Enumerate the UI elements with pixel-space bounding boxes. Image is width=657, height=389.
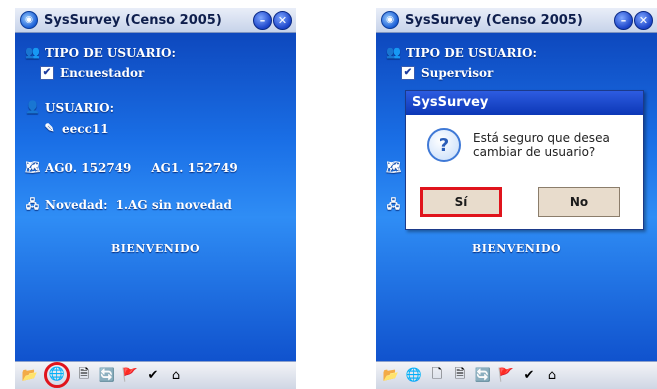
users-icon: 👥 xyxy=(386,45,401,59)
home-icon[interactable]: ⌂ xyxy=(167,367,185,385)
minimize-button[interactable]: – xyxy=(614,11,633,30)
checkbox-icon[interactable]: ✔ xyxy=(40,66,54,80)
change-user-icon[interactable]: 🌐 xyxy=(405,367,423,385)
document-icon[interactable]: 🗎 xyxy=(451,367,469,385)
app-icon: ◉ xyxy=(20,11,38,29)
home-icon[interactable]: ⌂ xyxy=(543,367,561,385)
novedad-icon: 🖧 xyxy=(386,197,401,211)
welcome-text: BIENVENIDO xyxy=(110,242,201,255)
yes-button[interactable]: Sí xyxy=(420,187,502,217)
welcome-text: BIENVENIDO xyxy=(471,242,562,255)
dialog-body: ? Está seguro que desea cambiar de usuar… xyxy=(406,115,643,175)
change-user-icon[interactable]: 🌐 xyxy=(44,361,70,388)
folder-icon[interactable]: 📂 xyxy=(382,367,400,385)
map-icon: 🗺 xyxy=(25,160,41,174)
user-value: eecc11 xyxy=(62,121,109,136)
check-icon[interactable]: ✔ xyxy=(144,367,162,385)
flag-icon[interactable]: 🚩 xyxy=(121,367,139,385)
user-value-row: ✎ eecc11 xyxy=(42,121,109,136)
ag-row: 🗺 AG0. 152749 AG1. 152749 xyxy=(25,160,238,175)
no-button[interactable]: No xyxy=(538,187,620,217)
confirm-dialog: SysSurvey ? Está seguro que desea cambia… xyxy=(405,90,644,230)
user-type-label: TIPO DE USUARIO: xyxy=(45,45,176,60)
title-bar: ◉ SysSurvey (Censo 2005) – ✕ xyxy=(376,8,657,33)
users-icon: 👥 xyxy=(25,45,40,59)
document-icon[interactable]: 🗎 xyxy=(75,367,93,385)
ag0-value: AG0. 152749 xyxy=(45,160,132,175)
minimize-button[interactable]: – xyxy=(253,11,272,30)
user-heading: 👤 USUARIO: xyxy=(25,100,114,115)
dialog-title: SysSurvey xyxy=(406,91,643,115)
check-icon[interactable]: ✔ xyxy=(520,367,538,385)
sync-icon[interactable]: 🔄 xyxy=(98,367,116,385)
user-label: USUARIO: xyxy=(45,100,115,115)
window-title: SysSurvey (Censo 2005) xyxy=(44,12,222,28)
novedad-label: Novedad: xyxy=(45,197,108,212)
window-title: SysSurvey (Censo 2005) xyxy=(405,12,583,28)
pen-icon: ✎ xyxy=(44,121,55,135)
user-type-heading: 👥 TIPO DE USUARIO: xyxy=(25,45,176,60)
user-type-heading: 👥 TIPO DE USUARIO: xyxy=(386,45,537,60)
app-icon: ◉ xyxy=(381,11,399,29)
novedad-icon: 🖧 xyxy=(25,197,40,211)
sync-icon[interactable]: 🔄 xyxy=(474,367,492,385)
phone-screen-left: ◉ SysSurvey (Censo 2005) – ✕ 👥 TIPO DE U… xyxy=(15,8,296,389)
user-type-value-row[interactable]: ✔ Supervisor xyxy=(401,66,493,80)
user-type-label: TIPO DE USUARIO: xyxy=(406,45,537,60)
user-type-value: Supervisor xyxy=(421,66,494,80)
novedad-row: 🖧 Novedad: 1.AG sin novedad xyxy=(25,197,232,212)
map-icon-row: 🗺 xyxy=(386,160,406,175)
folder-icon[interactable]: 📂 xyxy=(21,367,39,385)
ag1-value: AG1. 152749 xyxy=(151,160,238,175)
bottom-toolbar: 📂 🌐 🗋 🗎 🔄 🚩 ✔ ⌂ xyxy=(376,361,657,389)
user-type-value-row[interactable]: ✔ Encuestador xyxy=(40,66,144,80)
flag-icon[interactable]: 🚩 xyxy=(497,367,515,385)
user-type-value: Encuestador xyxy=(60,66,145,80)
close-button[interactable]: ✕ xyxy=(634,11,653,30)
dialog-message: Está seguro que desea cambiar de usuario… xyxy=(473,131,610,159)
title-bar: ◉ SysSurvey (Censo 2005) – ✕ xyxy=(15,8,296,33)
question-icon: ? xyxy=(427,128,461,162)
user-icon: 👤 xyxy=(25,100,40,114)
close-button[interactable]: ✕ xyxy=(273,11,292,30)
map-icon: 🗺 xyxy=(386,160,402,174)
report-icon[interactable]: 🗋 xyxy=(428,367,446,385)
checkbox-icon[interactable]: ✔ xyxy=(401,66,415,80)
novedad-value: 1.AG sin novedad xyxy=(115,197,232,212)
phone-screen-right: ◉ SysSurvey (Censo 2005) – ✕ 👥 TIPO DE U… xyxy=(376,8,657,389)
bottom-toolbar: 📂 🌐 🗎 🔄 🚩 ✔ ⌂ xyxy=(15,361,296,389)
novedad-icon-row: 🖧 xyxy=(386,197,406,212)
